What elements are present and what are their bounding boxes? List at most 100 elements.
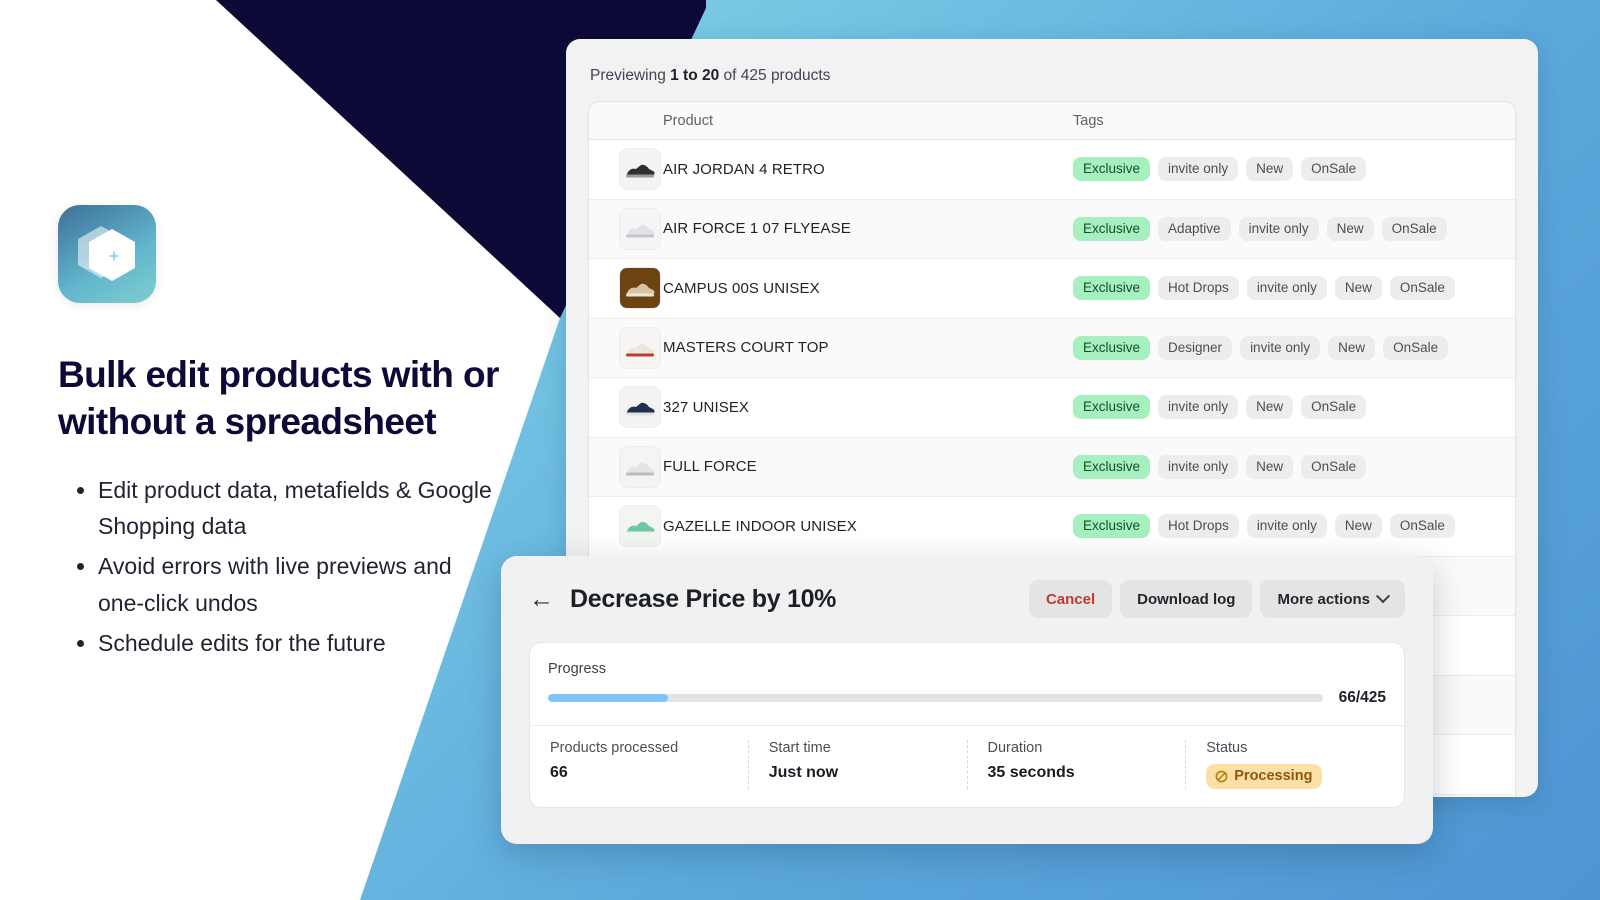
- product-name: AIR FORCE 1 07 FLYEASE: [663, 220, 1073, 237]
- more-actions-label: More actions: [1277, 591, 1370, 608]
- tag-badge[interactable]: invite only: [1247, 514, 1327, 538]
- feature-bullet-list: Edit product data, metafields & Google S…: [58, 472, 558, 662]
- product-tags-cell: Exclusive invite only New OnSale: [1073, 455, 1515, 479]
- stat-label: Products processed: [550, 740, 728, 756]
- tag-badge[interactable]: New: [1246, 395, 1293, 419]
- tag-badge[interactable]: Exclusive: [1073, 514, 1150, 538]
- tag-badge[interactable]: Exclusive: [1073, 395, 1150, 419]
- status-badge: Processing: [1206, 764, 1322, 789]
- table-row[interactable]: AIR JORDAN 4 RETROExclusiveinvite onlyNe…: [589, 140, 1515, 200]
- product-thumbnail-cell: [589, 267, 663, 309]
- hexagon-sparkle-logo: [58, 205, 156, 303]
- product-name: 327 UNISEX: [663, 399, 1073, 416]
- table-header-row: Product Tags: [589, 102, 1515, 140]
- more-actions-button[interactable]: More actions: [1260, 580, 1405, 618]
- tag-badge[interactable]: OnSale: [1383, 336, 1448, 360]
- progress-bar: [548, 694, 1323, 702]
- table-row[interactable]: 327 UNISEXExclusive invite only New OnSale: [589, 378, 1515, 438]
- column-header-product: Product: [663, 113, 1073, 129]
- chevron-down-icon: [1376, 589, 1390, 603]
- product-thumbnail-cell: [589, 148, 663, 190]
- tag-badge[interactable]: Exclusive: [1073, 455, 1150, 479]
- tag-badge[interactable]: invite only: [1158, 395, 1238, 419]
- stat-status: Status Processing: [1185, 740, 1404, 789]
- product-tags-cell: Exclusive Designer invite only New OnSale: [1073, 336, 1515, 360]
- tag-badge[interactable]: invite only: [1239, 217, 1319, 241]
- list-item: Avoid errors with live previews and one-…: [98, 548, 498, 621]
- tag-badge[interactable]: Exclusive: [1073, 217, 1150, 241]
- modal-body: Progress 66/425 Products processed 66 Star…: [529, 642, 1405, 808]
- cancel-button[interactable]: Cancel: [1029, 580, 1112, 618]
- table-row[interactable]: MASTERS COURT TOPExclusive Designer invite…: [589, 319, 1515, 379]
- tag-badge[interactable]: OnSale: [1301, 157, 1366, 181]
- product-tags-cell: Exclusive Adaptive invite only New OnSale: [1073, 217, 1515, 241]
- tag-badge[interactable]: Hot Drops: [1158, 276, 1239, 300]
- download-log-button[interactable]: Download log: [1120, 580, 1252, 618]
- tag-badge[interactable]: New: [1335, 276, 1382, 300]
- tag-badge[interactable]: invite only: [1158, 157, 1238, 181]
- stat-start-time: Start time Just now: [748, 740, 967, 789]
- tag-badge[interactable]: invite only: [1247, 276, 1327, 300]
- tag-badge[interactable]: OnSale: [1301, 395, 1366, 419]
- tag-badge[interactable]: OnSale: [1390, 514, 1455, 538]
- tag-badge[interactable]: New: [1335, 514, 1382, 538]
- previewing-range: 1 to 20: [670, 67, 719, 84]
- product-name: MASTERS COURT TOP: [663, 339, 1073, 356]
- previewing-summary: Previewing 1 to 20 of 425 products: [590, 67, 1516, 85]
- tag-badge[interactable]: New: [1327, 217, 1374, 241]
- tag-badge[interactable]: Hot Drops: [1158, 514, 1239, 538]
- tag-badge[interactable]: Exclusive: [1073, 276, 1150, 300]
- grey-sneaker-thumb: [619, 446, 661, 488]
- stat-value: Just now: [769, 764, 947, 782]
- table-row[interactable]: FULL FORCEExclusiveinvite onlyNewOnSale: [589, 438, 1515, 498]
- product-thumbnail-cell: [589, 446, 663, 488]
- progress-bar-fill: [548, 694, 668, 702]
- progress-label: Progress: [548, 661, 1386, 677]
- tag-badge[interactable]: OnSale: [1390, 276, 1455, 300]
- tag-badge[interactable]: invite only: [1240, 336, 1320, 360]
- table-row[interactable]: GAZELLE INDOOR UNISEXExclusive Hot Drops i…: [589, 497, 1515, 557]
- table-row[interactable]: AIR FORCE 1 07 FLYEASEExclusive Adaptive i…: [589, 200, 1515, 260]
- promo-screenshot: Bulk edit products with or without a spr…: [0, 0, 1600, 900]
- modal-title: Decrease Price by 10%: [570, 585, 836, 614]
- tag-badge[interactable]: New: [1246, 157, 1293, 181]
- progress-section: Progress 66/425: [530, 643, 1404, 725]
- list-item: Schedule edits for the future: [98, 625, 498, 661]
- marketing-panel: Bulk edit products with or without a spr…: [58, 205, 558, 665]
- stat-products-processed: Products processed 66: [530, 740, 748, 789]
- previewing-suffix: of 425 products: [719, 67, 830, 84]
- tag-badge[interactable]: Exclusive: [1073, 157, 1150, 181]
- product-thumbnail-cell: [589, 327, 663, 369]
- stat-value: 66: [550, 764, 728, 782]
- tag-badge[interactable]: New: [1328, 336, 1375, 360]
- previewing-prefix: Previewing: [590, 67, 670, 84]
- tag-badge[interactable]: OnSale: [1301, 455, 1366, 479]
- table-row[interactable]: CAMPUS 00S UNISEXExclusive Hot Drops invit…: [589, 259, 1515, 319]
- product-name: CAMPUS 00S UNISEX: [663, 280, 1073, 297]
- tag-badge[interactable]: Designer: [1158, 336, 1232, 360]
- tag-badge[interactable]: Adaptive: [1158, 217, 1231, 241]
- product-tags-cell: Exclusive invite only New OnSale: [1073, 395, 1515, 419]
- product-thumbnail-cell: [589, 505, 663, 547]
- stat-label: Start time: [769, 740, 947, 756]
- stat-duration: Duration35 seconds: [967, 740, 1186, 789]
- no-entry-icon: [1215, 770, 1228, 783]
- product-tags-cell: Exclusive invite only New OnSale: [1073, 157, 1515, 181]
- tag-badge[interactable]: Exclusive: [1073, 336, 1150, 360]
- cream-red-sneaker-thumb: [619, 327, 661, 369]
- product-tags-cell: Exclusive Hot Drops invite only New OnSale: [1073, 276, 1515, 300]
- product-name: GAZELLE INDOOR UNISEX: [663, 518, 1073, 535]
- navy-sneaker-thumb: [619, 386, 661, 428]
- product-thumbnail-cell: [589, 208, 663, 250]
- modal-action-buttons: Cancel Download log More actions: [1029, 580, 1405, 618]
- tag-badge[interactable]: OnSale: [1382, 217, 1447, 241]
- tag-badge[interactable]: New: [1246, 455, 1293, 479]
- back-arrow-icon[interactable]: ←: [529, 587, 554, 612]
- modal-header: ← Decrease Price by 10% Cancel Download …: [529, 556, 1405, 642]
- black-sneaker-thumb: [619, 148, 661, 190]
- stat-label: Status: [1206, 740, 1384, 756]
- tag-badge[interactable]: invite only: [1158, 455, 1238, 479]
- green-sneaker-thumb: [619, 505, 661, 547]
- product-thumbnail-cell: [589, 386, 663, 428]
- stat-value: 35 seconds: [988, 764, 1166, 782]
